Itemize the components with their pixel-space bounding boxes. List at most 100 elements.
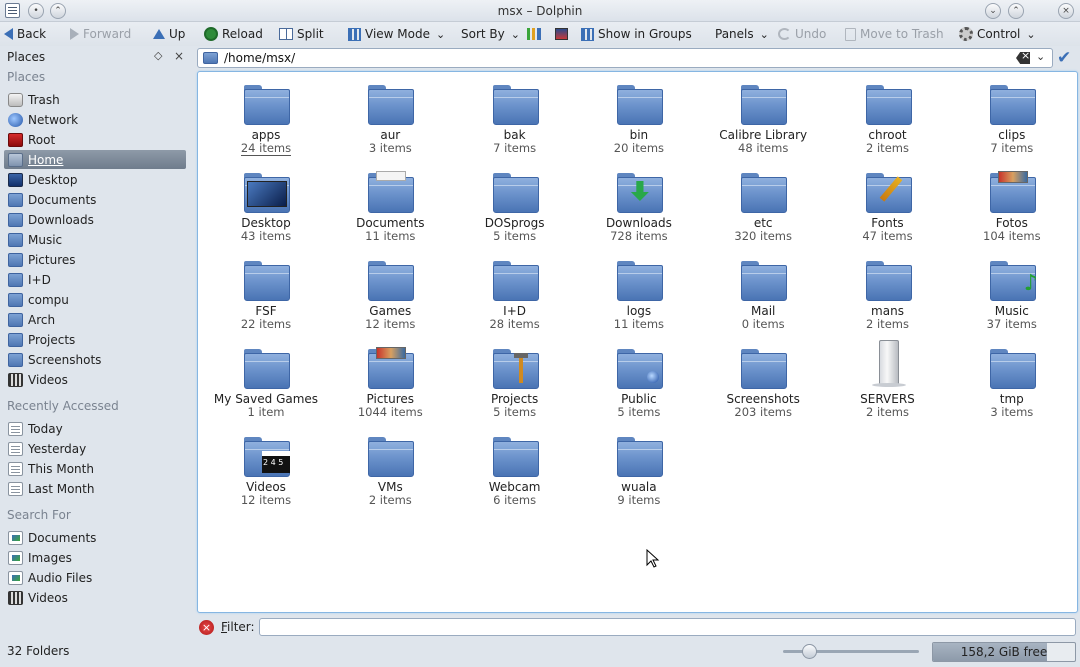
sidebar-item-trash[interactable]: Trash <box>4 90 186 109</box>
move-to-trash-button[interactable]: Move to Trash <box>845 25 944 43</box>
folder-item[interactable]: etc 320 items <box>701 161 825 243</box>
sidebar-item-network[interactable]: Network <box>4 110 186 129</box>
folder-item[interactable]: Documents 11 items <box>328 161 452 243</box>
back-button[interactable]: Back <box>4 25 46 43</box>
chevron-down-icon[interactable]: ⌄ <box>1036 50 1045 63</box>
show-in-groups-button[interactable]: Show in Groups <box>581 25 692 43</box>
folder-item[interactable]: FSF 22 items <box>204 249 328 331</box>
sidebar-item-i-d[interactable]: I+D <box>4 270 186 289</box>
close-panel-icon[interactable]: × <box>174 49 184 63</box>
view-mode-button[interactable]: View Mode <box>348 25 445 43</box>
sidebar-item-videos[interactable]: Videos <box>4 370 186 389</box>
folder-item[interactable]: Desktop 43 items <box>204 161 328 243</box>
folder-item-count: 728 items <box>577 229 701 243</box>
additional-info-button[interactable] <box>527 25 541 43</box>
sidebar-item-desktop[interactable]: Desktop <box>4 170 186 189</box>
sidebar-item-screenshots[interactable]: Screenshots <box>4 350 186 369</box>
sidebar-item-projects[interactable]: Projects <box>4 330 186 349</box>
folder-item[interactable]: Pictures 1044 items <box>328 337 452 419</box>
go-checkmark-icon[interactable]: ✔ <box>1057 49 1077 67</box>
sidebar-item-root[interactable]: Root <box>4 130 186 149</box>
folder-item[interactable]: wuala 9 items <box>577 425 701 507</box>
folder-item[interactable]: Videos12 items <box>204 425 328 507</box>
folder-item-count: 9 items <box>577 493 701 507</box>
sidebar-item-last-month[interactable]: Last Month <box>4 479 186 498</box>
sidebar-item-home[interactable]: Home <box>4 150 186 169</box>
folder-item-count-text: 11 items <box>613 317 665 331</box>
sidebar-item-this-month[interactable]: This Month <box>4 459 186 478</box>
folder-item[interactable]: aur 3 items <box>328 73 452 155</box>
folder-item[interactable]: Fonts 47 items <box>826 161 950 243</box>
folder-item[interactable]: Projects 5 items <box>453 337 577 419</box>
location-bar[interactable]: /home/msx/ ⌄ <box>197 48 1053 68</box>
folder-item[interactable]: Public 5 items <box>577 337 701 419</box>
folder-item-count-text: 48 items <box>738 141 789 155</box>
split-button[interactable]: Split <box>279 25 324 43</box>
reload-button[interactable]: Reload <box>204 25 263 43</box>
folder-icon <box>244 261 290 301</box>
places-section-title: Places <box>7 70 46 84</box>
folder-item[interactable]: tmp 3 items <box>950 337 1074 419</box>
folder-item[interactable]: Calibre Library 48 items <box>701 73 825 155</box>
folder-name: FSF <box>255 304 277 318</box>
folder-item[interactable]: mans 2 items <box>826 249 950 331</box>
folder-item[interactable]: bak 7 items <box>453 73 577 155</box>
control-button[interactable]: Control <box>959 25 1036 43</box>
folder-item-count: 37 items <box>950 317 1074 331</box>
sidebar-item-arch[interactable]: Arch <box>4 310 186 329</box>
folder-name: bak <box>503 128 526 142</box>
close-filter-icon[interactable]: × <box>199 620 214 635</box>
forward-button[interactable]: Forward <box>70 25 131 43</box>
sidebar-item-search-audio[interactable]: Audio Files <box>4 568 186 587</box>
folder-item[interactable]: ♪ Music 37 items <box>950 249 1074 331</box>
folder-item[interactable]: Webcam 6 items <box>453 425 577 507</box>
folder-item[interactable]: SERVERS 2 items <box>826 337 950 419</box>
location-path[interactable]: /home/msx/ <box>224 51 295 65</box>
folder-item-count-text: 47 items <box>862 229 913 243</box>
folder-item[interactable]: My Saved Games 1 item <box>204 337 328 419</box>
folder-view[interactable]: apps 24 items aur 3 items bak 7 items bin 20 it… <box>197 71 1078 613</box>
folder-item[interactable]: Screenshots 203 items <box>701 337 825 419</box>
folder-item[interactable]: clips 7 items <box>950 73 1074 155</box>
sidebar-item-documents[interactable]: Documents <box>4 190 186 209</box>
folder-item[interactable]: Fotos 104 items <box>950 161 1074 243</box>
folder-item[interactable]: chroot 2 items <box>826 73 950 155</box>
preview-button[interactable] <box>555 25 568 43</box>
zoom-slider-handle[interactable] <box>802 644 818 659</box>
folder-item[interactable]: apps 24 items <box>204 73 328 156</box>
close-icon[interactable]: × <box>1058 3 1074 19</box>
sidebar-item-today[interactable]: Today <box>4 419 186 438</box>
up-button[interactable]: Up <box>153 25 185 43</box>
clear-location-icon[interactable] <box>1016 52 1030 64</box>
folder-item[interactable]: I+D 28 items <box>453 249 577 331</box>
sidebar-item-compu[interactable]: compu <box>4 290 186 309</box>
filter-input[interactable] <box>259 618 1076 636</box>
maximize-icon[interactable]: ⌃ <box>1008 3 1024 19</box>
free-space-indicator[interactable]: 158,2 GiB free <box>932 642 1076 662</box>
sidebar-item-pictures[interactable]: Pictures <box>4 250 186 269</box>
folder-item[interactable]: Downloads 728 items <box>577 161 701 243</box>
folder-item[interactable]: Mail 0 items <box>701 249 825 331</box>
sidebar-item-music[interactable]: Music <box>4 230 186 249</box>
sidebar-item-downloads[interactable]: Downloads <box>4 210 186 229</box>
minimize-icon[interactable]: ⌄ <box>985 3 1001 19</box>
main-toolbar: Back Forward Up Reload Split View Mode S… <box>0 22 1080 46</box>
sort-by-button[interactable]: Sort By <box>461 25 520 43</box>
folder-icon <box>989 171 1036 213</box>
sidebar-item-search-videos[interactable]: Videos <box>4 588 186 607</box>
folder-item[interactable]: VMs 2 items <box>328 425 452 507</box>
photo-emblem-icon <box>997 171 1028 183</box>
folder-name: Fonts <box>871 216 904 230</box>
trash-icon <box>845 27 856 41</box>
folder-item[interactable]: bin 20 items <box>577 73 701 155</box>
folder-item[interactable]: DOSprogs 5 items <box>453 161 577 243</box>
float-panel-icon[interactable]: ◇ <box>154 49 162 62</box>
folder-item-count-text: 320 items <box>734 229 792 243</box>
folder-item[interactable]: logs 11 items <box>577 249 701 331</box>
panels-button[interactable]: Panels <box>715 25 769 43</box>
undo-button[interactable]: Undo <box>778 25 826 43</box>
sidebar-item-search-images[interactable]: Images <box>4 548 186 567</box>
sidebar-item-search-documents[interactable]: Documents <box>4 528 186 547</box>
sidebar-item-yesterday[interactable]: Yesterday <box>4 439 186 458</box>
folder-item[interactable]: Games 12 items <box>328 249 452 331</box>
